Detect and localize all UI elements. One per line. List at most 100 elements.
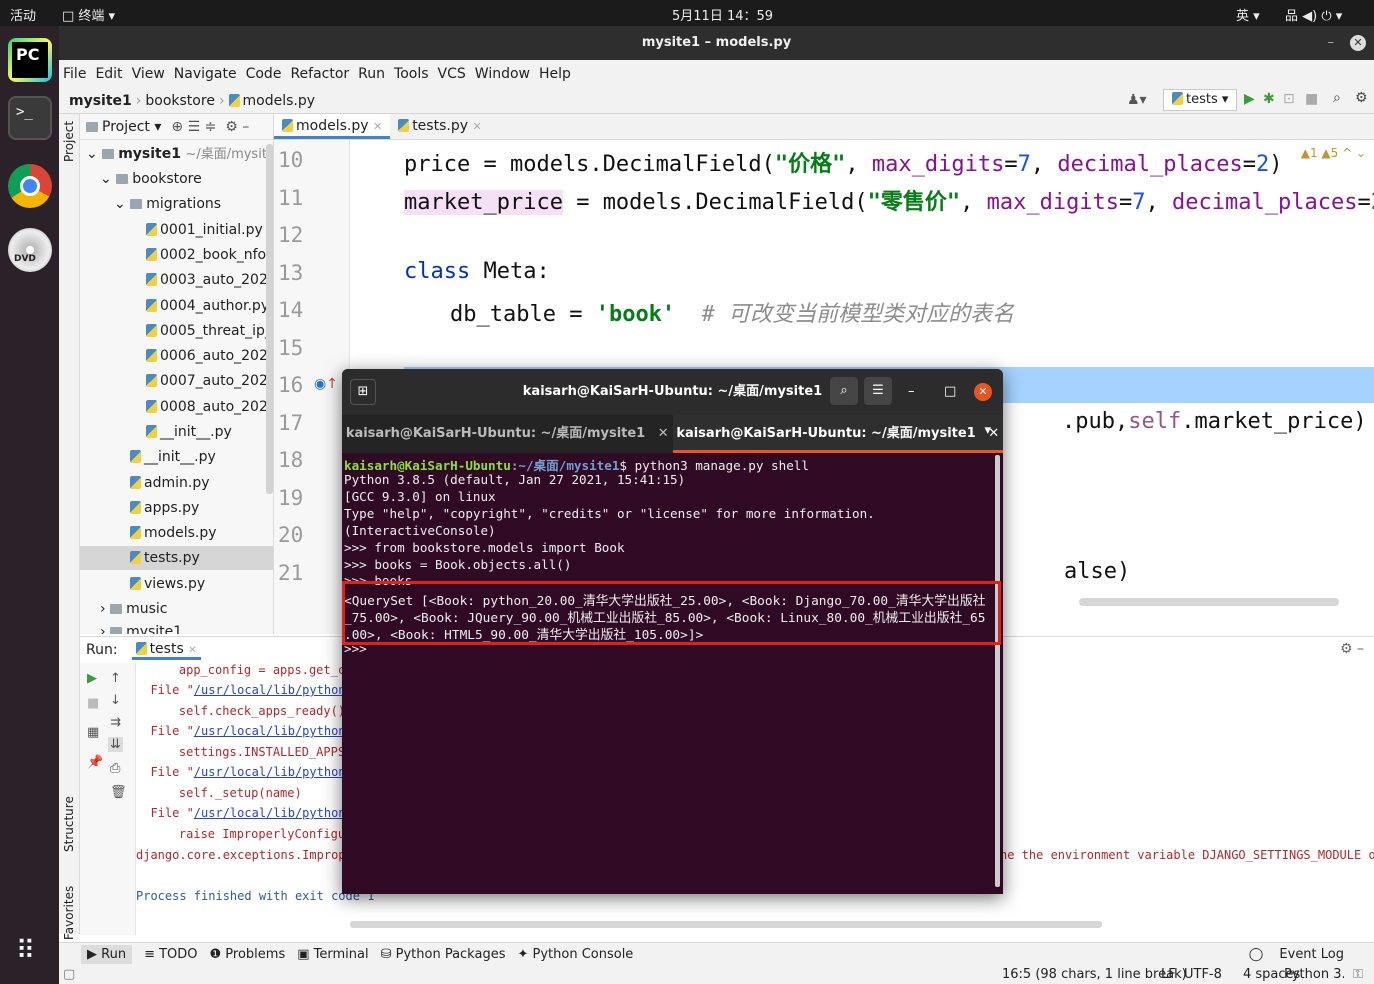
tree-item[interactable]: __init__.py — [146, 420, 232, 444]
settings-icon[interactable]: ⚙ — [1355, 90, 1368, 106]
layout-icon[interactable]: ▦ — [87, 725, 99, 740]
tree-item[interactable]: 0004_author.py — [146, 294, 269, 318]
project-tool-tab[interactable]: Project — [62, 121, 76, 162]
menu-file[interactable]: File — [63, 66, 86, 82]
menu-run[interactable]: Run — [358, 66, 385, 82]
tree-item[interactable]: 0007_auto_2021051 — [146, 369, 273, 393]
run-icon[interactable]: ▶ — [1244, 91, 1255, 107]
pin-icon[interactable]: 📌 — [87, 755, 103, 770]
system-menu[interactable]: 品 ◀) ⏻ ▾ — [1285, 5, 1342, 24]
override-marker-icon[interactable]: ◉↑ — [314, 376, 338, 392]
tab-tests[interactable]: tests.py ✕ — [390, 114, 489, 139]
project-scrollbar[interactable] — [266, 144, 273, 494]
terminal-search-icon[interactable]: ⌕ — [830, 377, 858, 405]
print-icon[interactable]: ⎙ — [110, 761, 120, 776]
close-tab-icon[interactable]: ✕ — [373, 120, 382, 133]
code-line-13[interactable]: class Meta: — [404, 259, 550, 284]
maximize-icon[interactable]: □ — [944, 369, 956, 415]
tree-item[interactable]: › music — [100, 597, 167, 621]
trash-icon[interactable]: 🗑 — [110, 785, 127, 800]
cursor-position[interactable]: 16:5 (98 chars, 1 line break) — [1002, 967, 1187, 982]
tree-item[interactable]: ⌄ bookstore — [100, 167, 202, 191]
terminal-app-menu[interactable]: □ 终端 ▾ — [62, 5, 115, 24]
show-apps-icon[interactable]: ⠿ — [16, 936, 35, 966]
coverage-icon[interactable]: ⊡ — [1283, 91, 1295, 107]
python-packages-tool-button[interactable]: ⛁ Python Packages — [381, 947, 506, 962]
project-view-select[interactable]: Project ▾ — [102, 119, 161, 135]
terminal-tab-1[interactable]: kaisarh@KaiSarH-Ubuntu: ~/桌面/mysite1 ✕ — [342, 415, 673, 453]
stop-run-icon[interactable]: ■ — [87, 696, 99, 711]
close-tab-icon[interactable]: ✕ — [658, 426, 669, 441]
input-language[interactable]: 英 ▾ — [1236, 5, 1260, 24]
code-line-20[interactable]: alse) — [1064, 559, 1130, 584]
close-icon[interactable]: ✕ — [1350, 35, 1366, 51]
code-line-14[interactable]: db_table = 'book' # 可改变当前模型类对应的表名 — [450, 296, 1014, 328]
menu-vcs[interactable]: VCS — [438, 66, 466, 82]
tree-item[interactable]: models.py — [130, 521, 217, 545]
terminal-scrollbar[interactable] — [995, 455, 1000, 887]
soft-wrap-icon[interactable]: ⇉ — [110, 715, 121, 730]
debug-icon[interactable]: ✱ — [1263, 91, 1275, 107]
run-tab-tests[interactable]: tests ✕ — [131, 641, 201, 660]
run-panel-settings-icon[interactable]: ⚙ – — [1340, 641, 1364, 657]
editor-hscrollbar[interactable] — [1079, 598, 1339, 606]
close-icon[interactable]: ✕ — [974, 383, 992, 401]
scroll-end-icon[interactable]: ⇊ — [108, 737, 123, 752]
tab-models[interactable]: models.py ✕ — [274, 114, 391, 139]
activities-button[interactable]: 活动 — [10, 5, 36, 24]
search-icon[interactable]: ⌕ — [1333, 90, 1341, 106]
tree-item[interactable]: 0002_book_nfo.py — [146, 243, 273, 267]
user-icon[interactable]: ♟▾ — [1127, 92, 1147, 108]
menu-code[interactable]: Code — [246, 66, 282, 82]
chrome-icon[interactable] — [8, 164, 52, 208]
tree-item[interactable]: 0008_auto_2021051 — [146, 395, 273, 419]
structure-tool-tab[interactable]: Structure — [62, 796, 76, 852]
pycharm-icon[interactable]: PC — [8, 38, 52, 82]
tree-item[interactable]: ⌄ migrations — [114, 192, 221, 216]
menu-tools[interactable]: Tools — [394, 66, 429, 82]
line-separator[interactable]: LF — [1161, 967, 1176, 982]
scroll-up-icon[interactable]: ↑ — [110, 671, 121, 686]
lock-icon[interactable]: ⚿ — [1353, 967, 1363, 982]
tree-item[interactable]: 0006_auto_2021051 — [146, 344, 273, 368]
terminal-icon[interactable]: >_ — [8, 96, 52, 140]
run-config-select[interactable]: tests ▾ — [1163, 89, 1238, 111]
breadcrumb-project[interactable]: mysite1 — [69, 93, 132, 109]
terminal-tool-button[interactable]: ▣ Terminal — [297, 947, 368, 962]
menu-window[interactable]: Window — [475, 66, 530, 82]
tree-item[interactable]: 0001_initial.py — [146, 218, 263, 242]
favorites-tool-tab[interactable]: Favorites — [62, 886, 76, 940]
dvd-icon[interactable]: DVD — [8, 228, 52, 272]
tree-item[interactable]: apps.py — [130, 496, 199, 520]
rerun-icon[interactable]: ▶ — [87, 671, 97, 686]
menu-view[interactable]: View — [132, 66, 165, 82]
file-encoding[interactable]: UTF-8 — [1184, 967, 1222, 982]
panel-tools-icon[interactable]: ⊕ ☰ ≑ ⚙ – — [171, 119, 249, 135]
tree-item[interactable]: admin.py — [130, 471, 210, 495]
new-tab-icon[interactable]: ⊞ — [350, 379, 376, 405]
terminal-tab-2[interactable]: kaisarh@KaiSarH-Ubuntu: ~/桌面/mysite1 ✕ — [672, 415, 1003, 453]
tree-item[interactable]: 0003_auto_2021051 — [146, 268, 273, 292]
menu-edit[interactable]: Edit — [95, 66, 122, 82]
python-console-tool-button[interactable]: ✦ Python Console — [517, 947, 633, 962]
scroll-down-icon[interactable]: ↓ — [110, 693, 121, 708]
run-tool-button[interactable]: ▶ Run — [81, 945, 133, 964]
tree-root[interactable]: ⌄ mysite1 ~/桌面/mysite1 — [86, 142, 273, 166]
menu-help[interactable]: Help — [539, 66, 571, 82]
code-line-11[interactable]: market_price = models.DecimalField("零售价"… — [404, 184, 1374, 216]
close-tab-icon[interactable]: ✕ — [472, 120, 481, 133]
clock[interactable]: 5月11日 14：59 — [672, 5, 773, 24]
menu-navigate[interactable]: Navigate — [174, 66, 237, 82]
python-interpreter[interactable]: Python 3.8 — [1284, 967, 1344, 982]
tree-item[interactable]: __init__.py — [130, 445, 216, 469]
stop-icon[interactable]: ■ — [1305, 91, 1318, 107]
problems-tool-button[interactable]: ❶ Problems — [210, 947, 286, 962]
menu-refactor[interactable]: Refactor — [290, 66, 349, 82]
close-tab-icon[interactable]: ✕ — [188, 645, 196, 656]
breadcrumb-folder[interactable]: bookstore — [145, 93, 215, 109]
hamburger-menu-icon[interactable]: ☰ — [864, 377, 892, 405]
code-line-10[interactable]: price = models.DecimalField("价格", max_di… — [404, 146, 1283, 178]
breadcrumb-file[interactable]: models.py — [243, 93, 316, 109]
tabs-menu-icon[interactable]: ▾ — [984, 423, 991, 438]
tree-item[interactable]: views.py — [130, 572, 205, 596]
